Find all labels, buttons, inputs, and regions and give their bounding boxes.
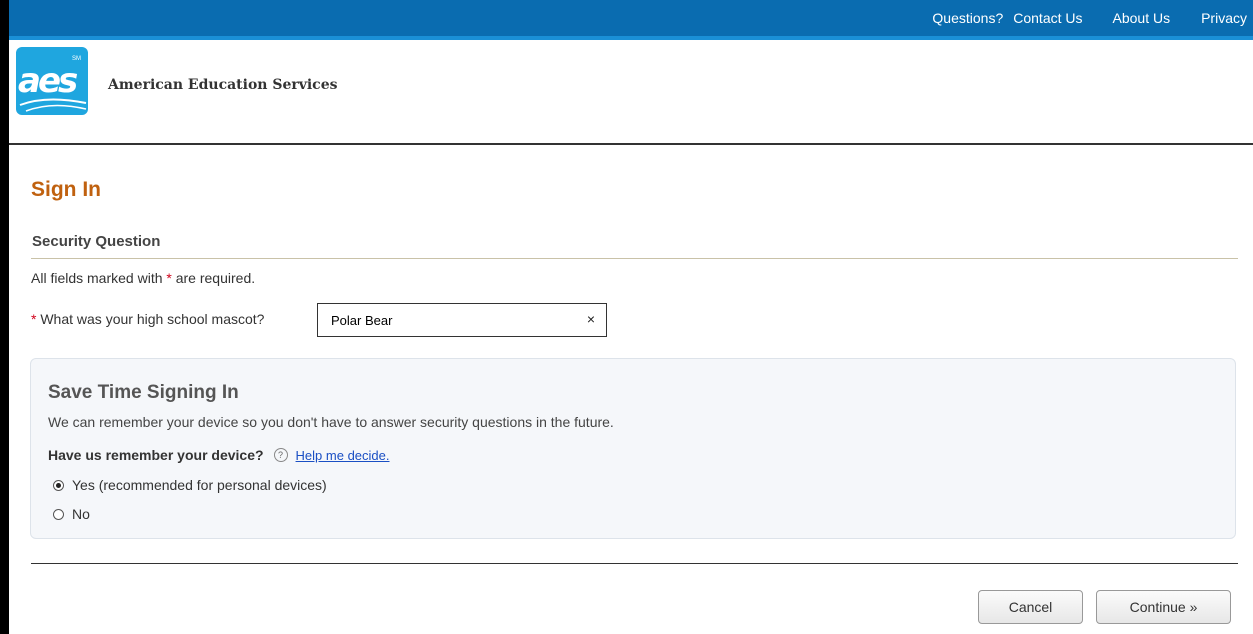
radio-yes-label[interactable]: Yes (recommended for personal devices): [72, 477, 327, 493]
aes-logo-icon[interactable]: aes SM: [16, 47, 88, 115]
logo-swoosh-icon: [19, 98, 87, 112]
bottom-divider: [31, 563, 1238, 564]
privacy-link[interactable]: Privacy: [1201, 10, 1247, 26]
radio-no-label[interactable]: No: [72, 506, 90, 522]
required-note: All fields marked with * are required.: [31, 270, 255, 286]
security-answer-field[interactable]: ×: [317, 303, 607, 337]
cancel-button[interactable]: Cancel: [978, 590, 1083, 624]
help-icon[interactable]: ?: [273, 448, 288, 462]
security-question-label: What was your high school mascot?: [40, 311, 265, 327]
page-frame: Questions? Contact Us About Us Privacy a…: [9, 0, 1253, 634]
about-us-link[interactable]: About Us: [1113, 10, 1171, 26]
radio-icon[interactable]: [53, 479, 64, 491]
top-nav: Questions? Contact Us About Us Privacy: [932, 0, 1253, 36]
required-note-suffix: are required.: [175, 270, 256, 286]
remember-prompt-row: Have us remember your device? ? Help me …: [48, 447, 390, 463]
security-answer-input[interactable]: [329, 311, 583, 329]
clear-icon[interactable]: ×: [587, 311, 595, 327]
top-bar: Questions? Contact Us About Us Privacy: [9, 0, 1253, 40]
continue-button[interactable]: Continue »: [1096, 590, 1231, 624]
remember-device-panel: Save Time Signing In We can remember you…: [30, 358, 1236, 539]
section-title: Security Question: [32, 233, 161, 250]
radio-option-no[interactable]: No: [53, 506, 90, 522]
security-question-row: * What was your high school mascot?: [31, 311, 264, 327]
contact-us-link[interactable]: Contact Us: [1013, 10, 1082, 26]
logo-service-mark: SM: [72, 56, 81, 62]
required-star: *: [166, 270, 172, 286]
site-header: aes SM American Education Services: [9, 40, 1253, 145]
questions-link[interactable]: Questions?: [932, 10, 1003, 26]
required-star: *: [31, 311, 37, 327]
help-me-decide-link[interactable]: Help me decide.: [296, 448, 390, 463]
radio-icon[interactable]: [53, 508, 64, 520]
org-name: American Education Services: [108, 77, 338, 93]
page-title: Sign In: [31, 178, 101, 201]
remember-panel-title: Save Time Signing In: [48, 382, 239, 403]
radio-option-yes[interactable]: Yes (recommended for personal devices): [53, 477, 327, 493]
required-note-prefix: All fields marked with: [31, 270, 163, 286]
remember-panel-description: We can remember your device so you don't…: [48, 414, 614, 430]
remember-prompt-label: Have us remember your device?: [48, 447, 264, 463]
section-divider: [31, 258, 1238, 259]
